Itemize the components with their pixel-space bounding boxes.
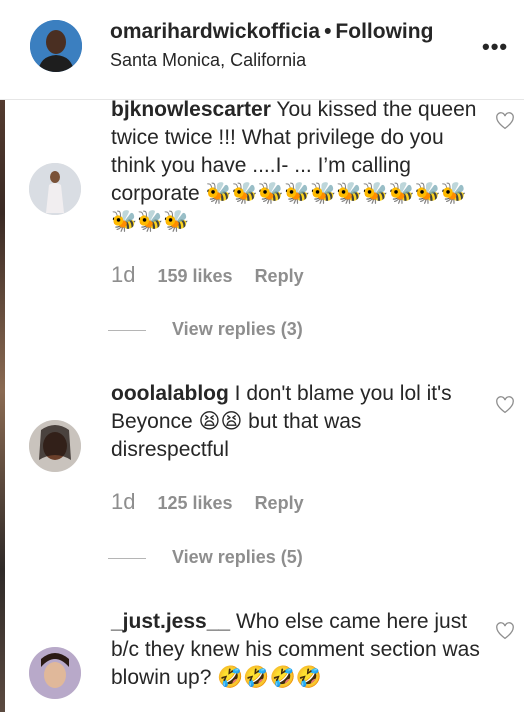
commenter-username[interactable]: ooolalablog xyxy=(111,382,229,405)
commenter-avatar[interactable] xyxy=(29,420,81,472)
comment-likes[interactable]: 125 likes xyxy=(157,493,232,513)
view-replies-label: View replies (3) xyxy=(172,319,303,339)
author-username[interactable]: omarihardwickofficia xyxy=(110,20,320,43)
post-location[interactable]: Santa Monica, California xyxy=(110,50,433,71)
post-header: omarihardwickofficia • Following Santa Mon… xyxy=(0,0,524,100)
comment-body: bjknowlescarter You kissed the queen twi… xyxy=(111,96,481,236)
comment-body: _just.jess__ Who else came here just b/c… xyxy=(111,608,481,692)
author-avatar[interactable] xyxy=(30,20,82,72)
following-button[interactable]: Following xyxy=(335,20,433,43)
commenter-username[interactable]: _just.jess__ xyxy=(111,610,230,633)
comment-time: 1d xyxy=(111,489,136,514)
commenter-username[interactable]: bjknowlescarter xyxy=(111,98,271,121)
divider-line xyxy=(108,329,146,331)
view-replies-button[interactable]: View replies (5) xyxy=(108,547,303,568)
heart-outline-icon[interactable] xyxy=(495,622,515,640)
more-options-icon[interactable]: ••• xyxy=(482,36,508,58)
comment-meta: 1d 159 likes Reply xyxy=(111,262,304,288)
heart-outline-icon[interactable] xyxy=(495,396,515,414)
commenter-avatar[interactable] xyxy=(29,163,81,215)
comment-time: 1d xyxy=(111,262,136,287)
reply-button[interactable]: Reply xyxy=(255,493,304,513)
comment-body: ooolalablog I don't blame you lol it's B… xyxy=(111,380,481,464)
reply-button[interactable]: Reply xyxy=(255,266,304,286)
separator-dot: • xyxy=(324,20,332,43)
divider-line xyxy=(108,557,146,559)
background-photo-edge xyxy=(0,0,5,712)
comment-likes[interactable]: 159 likes xyxy=(157,266,232,286)
comment-meta: 1d 125 likes Reply xyxy=(111,489,304,515)
heart-outline-icon[interactable] xyxy=(495,112,515,130)
view-replies-label: View replies (5) xyxy=(172,547,303,567)
commenter-avatar[interactable] xyxy=(29,647,81,699)
view-replies-button[interactable]: View replies (3) xyxy=(108,319,303,340)
